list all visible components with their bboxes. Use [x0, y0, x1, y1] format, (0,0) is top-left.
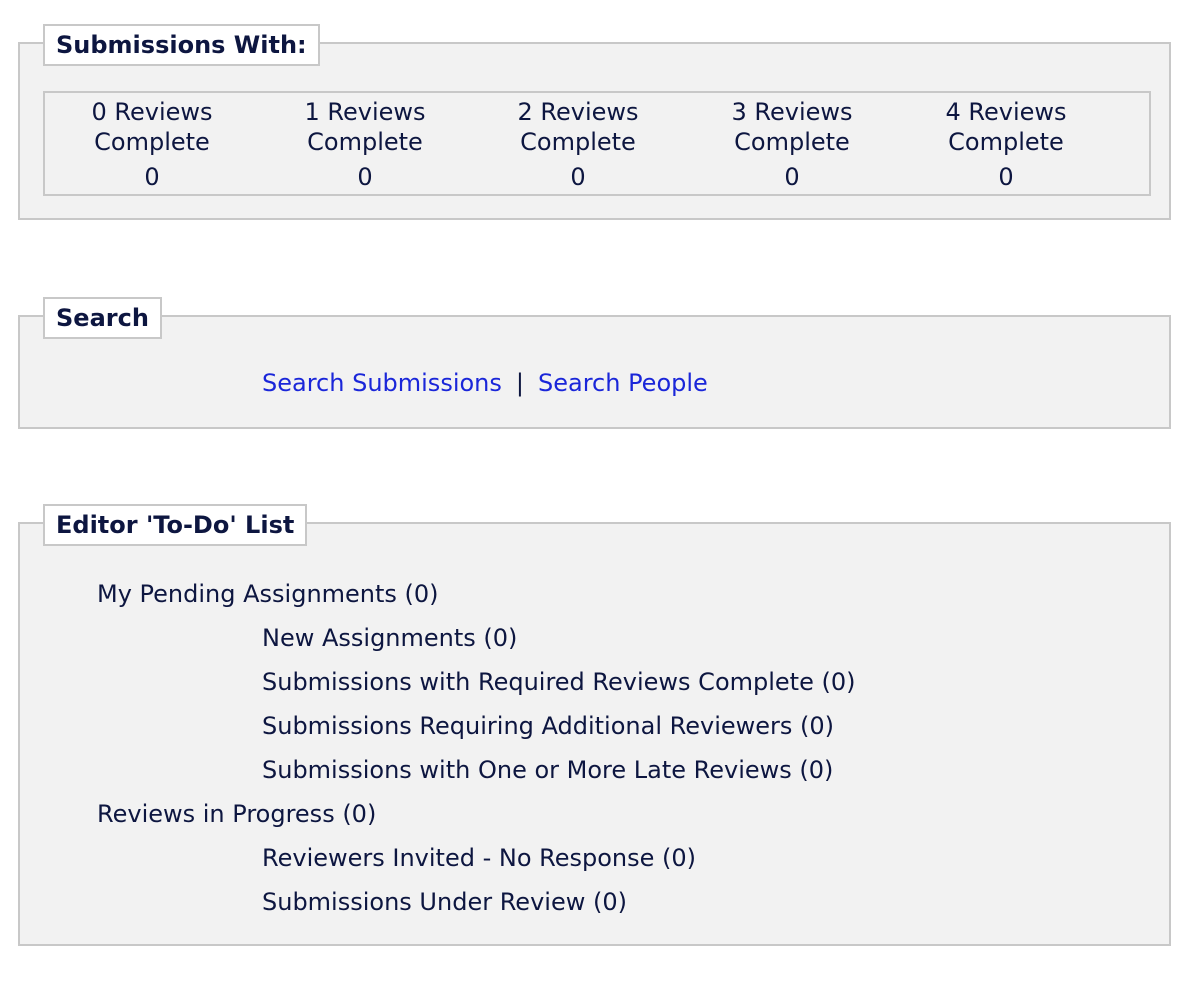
reviews-count: 0: [357, 163, 373, 191]
reviews-count: 0: [998, 163, 1014, 191]
editor-todo-panel: Editor 'To-Do' List My Pending Assignmen…: [18, 504, 1171, 946]
reviews-label-line2: Complete: [94, 128, 210, 156]
reviews-label-line2: Complete: [948, 128, 1064, 156]
search-legend: Search: [43, 297, 162, 339]
search-links: Search Submissions | Search People: [262, 367, 708, 399]
search-submissions-link[interactable]: Search Submissions: [262, 369, 502, 397]
reviews-complete-3: 3 Reviews Complete 0: [685, 97, 899, 192]
todo-item-reviews-in-progress: Reviews in Progress (0): [97, 800, 377, 828]
todo-item-required-reviews-complete: Submissions with Required Reviews Comple…: [262, 668, 856, 696]
reviews-label-line2: Complete: [520, 128, 636, 156]
reviews-count: 0: [144, 163, 160, 191]
todo-item-late-reviews: Submissions with One or More Late Review…: [262, 756, 834, 784]
link-separator: |: [515, 369, 524, 397]
editor-todo-legend: Editor 'To-Do' List: [43, 504, 308, 546]
search-people-link[interactable]: Search People: [538, 369, 708, 397]
reviews-label-line1: 3 Reviews: [731, 98, 853, 126]
reviews-label-line1: 2 Reviews: [517, 98, 639, 126]
reviews-complete-0: 0 Reviews Complete 0: [45, 97, 259, 192]
reviews-label-line1: 0 Reviews: [91, 98, 213, 126]
submissions-with-panel: Submissions With: 0 Reviews Complete 0 1…: [18, 24, 1171, 220]
reviews-complete-table: 0 Reviews Complete 0 1 Reviews Complete …: [43, 91, 1151, 196]
todo-item-my-pending-assignments: My Pending Assignments (0): [97, 580, 439, 608]
todo-item-reviewers-invited-no-response: Reviewers Invited - No Response (0): [262, 844, 697, 872]
reviews-label-line1: 1 Reviews: [304, 98, 426, 126]
todo-item-new-assignments: New Assignments (0): [262, 624, 518, 652]
reviews-complete-2: 2 Reviews Complete 0: [471, 97, 685, 192]
search-panel: Search Search Submissions | Search People: [18, 297, 1171, 429]
reviews-count: 0: [784, 163, 800, 191]
reviews-label-line1: 4 Reviews: [945, 98, 1067, 126]
reviews-count: 0: [570, 163, 586, 191]
reviews-label-line2: Complete: [307, 128, 423, 156]
todo-item-requiring-additional-reviewers: Submissions Requiring Additional Reviewe…: [262, 712, 835, 740]
submissions-with-legend: Submissions With:: [43, 24, 320, 66]
reviews-complete-1: 1 Reviews Complete 0: [258, 97, 472, 192]
reviews-label-line2: Complete: [734, 128, 850, 156]
todo-item-submissions-under-review: Submissions Under Review (0): [262, 888, 627, 916]
reviews-complete-4: 4 Reviews Complete 0: [899, 97, 1113, 192]
